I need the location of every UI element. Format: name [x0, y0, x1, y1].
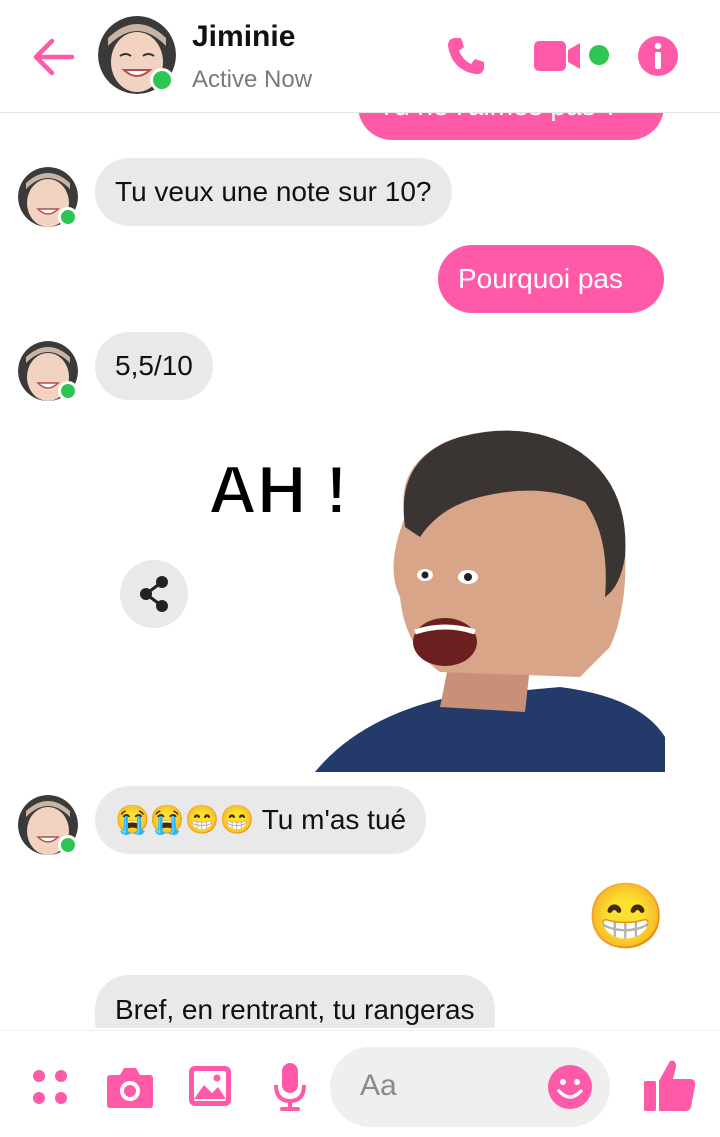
online-indicator [58, 835, 78, 855]
message-emoji: 😭😭😁😁 [115, 804, 255, 835]
contact-status: Active Now [192, 66, 313, 93]
online-indicator [150, 68, 174, 92]
online-indicator [58, 207, 78, 227]
composer-bar: Aa [0, 1030, 720, 1137]
message-bubble-incoming[interactable]: Bref, en rentrant, tu rangeras [95, 975, 495, 1028]
sticker-caption: AH ! [208, 452, 348, 528]
reaction-sticker[interactable]: AH ! [200, 427, 670, 772]
message-thread[interactable]: Tu ne l'aimes pas ? Tu veux une note sur… [0, 112, 720, 1028]
video-active-indicator [589, 45, 609, 65]
phone-icon[interactable] [444, 34, 488, 78]
apps-grid-icon[interactable] [30, 1067, 70, 1107]
share-button[interactable] [120, 560, 188, 628]
message-input-placeholder: Aa [360, 1069, 397, 1102]
share-icon [140, 576, 168, 612]
chat-header: Jiminie Active Now [0, 0, 720, 113]
video-camera-icon[interactable] [534, 38, 584, 74]
back-arrow-icon[interactable] [28, 32, 78, 82]
message-bubble-outgoing[interactable]: Tu ne l'aimes pas ? [358, 112, 664, 140]
camera-icon[interactable] [106, 1065, 154, 1109]
emoji-message-outgoing[interactable]: 😁 [586, 880, 666, 952]
microphone-icon[interactable] [272, 1061, 308, 1113]
like-icon[interactable] [642, 1057, 698, 1113]
message-bubble-outgoing[interactable]: Pourquoi pas [438, 245, 664, 313]
message-text: Tu m'as tué [261, 804, 407, 835]
message-bubble-incoming[interactable]: Tu veux une note sur 10? [95, 158, 452, 226]
emoji-icon[interactable] [546, 1063, 594, 1111]
info-icon[interactable] [636, 34, 680, 78]
gallery-icon[interactable] [188, 1065, 232, 1107]
contact-name[interactable]: Jiminie [192, 20, 295, 54]
message-bubble-incoming[interactable]: 😭😭😁😁 Tu m'as tué [95, 786, 427, 854]
message-bubble-incoming[interactable]: 5,5/10 [95, 332, 213, 400]
online-indicator [58, 381, 78, 401]
message-input[interactable]: Aa [330, 1047, 610, 1127]
